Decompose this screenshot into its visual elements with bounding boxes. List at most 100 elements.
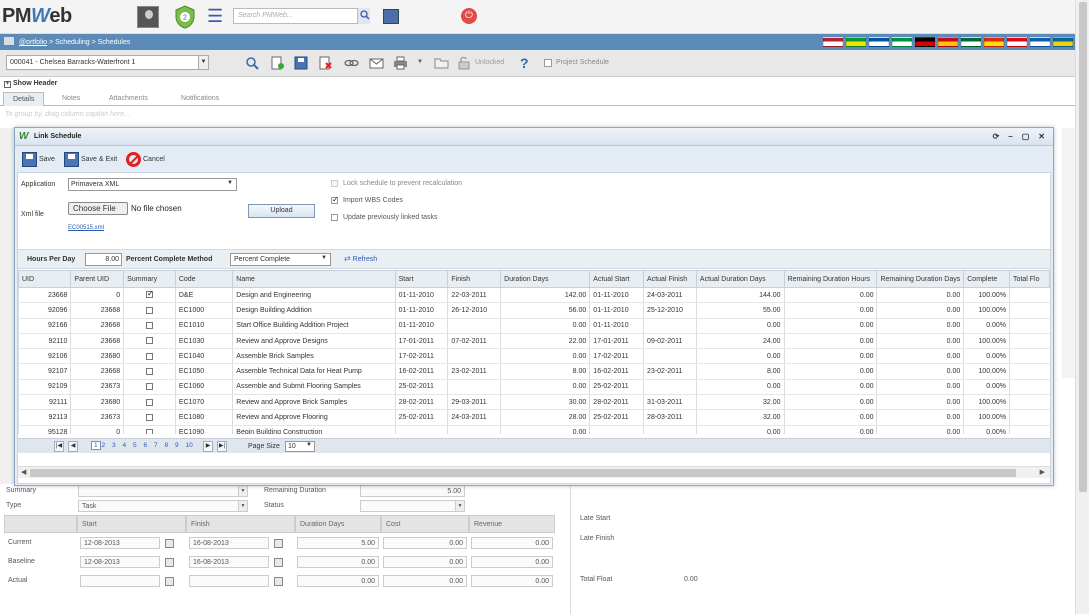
page-scrollbar[interactable] — [1075, 0, 1089, 614]
duration-field[interactable]: 0.00 — [297, 556, 379, 568]
summary-checkbox[interactable] — [146, 383, 153, 391]
finish-date-field[interactable] — [189, 575, 269, 587]
import-wbs-checkbox[interactable] — [331, 195, 339, 204]
search-input[interactable]: Search PMWeb... — [233, 8, 370, 24]
breadcrumb-scheduling[interactable]: Scheduling — [55, 39, 90, 46]
summary-checkbox[interactable] — [146, 306, 153, 314]
choose-file-button[interactable]: Choose File — [68, 202, 128, 215]
summary-checkbox[interactable] — [146, 322, 153, 330]
breadcrumb-schedules[interactable]: Schedules — [98, 39, 131, 46]
table-row[interactable]: 92096 23668 EC1000 Design Building Addition… — [18, 302, 1050, 319]
cost-field[interactable]: 0.00 — [383, 537, 467, 549]
revenue-field[interactable]: 0.00 — [471, 537, 553, 549]
pmweb-logo[interactable]: PMWeb — [2, 5, 72, 28]
usa-flag[interactable] — [823, 37, 843, 47]
page-number-7[interactable]: 7 — [154, 442, 158, 449]
folder-icon[interactable] — [434, 56, 449, 70]
page-number-3[interactable]: 3 — [112, 442, 116, 449]
tab-notifications[interactable]: Notifications — [172, 92, 228, 106]
summary-checkbox[interactable] — [146, 398, 153, 406]
revenue-field[interactable]: 0.00 — [471, 575, 553, 587]
upload-button[interactable]: Upload — [248, 204, 315, 218]
scroll-right-icon[interactable]: ▶ — [1040, 468, 1045, 476]
column-header[interactable]: Code — [174, 270, 234, 288]
new-document-icon[interactable] — [270, 56, 285, 70]
chevron-down-icon[interactable]: ▼ — [417, 59, 423, 65]
column-header[interactable]: Remaining Duration Hours — [783, 270, 878, 288]
calendar-icon[interactable] — [274, 577, 283, 586]
page-number-6[interactable]: 6 — [144, 442, 148, 449]
page-number-5[interactable]: 5 — [133, 442, 137, 449]
china-flag[interactable] — [984, 37, 1004, 47]
page-size-select[interactable]: 10 ▼ — [285, 441, 315, 452]
table-row[interactable]: 92107 23668 EC1050 Assemble Technical Data … — [18, 363, 1050, 380]
france-flag[interactable] — [869, 37, 889, 47]
scrollbar-thumb[interactable] — [1079, 2, 1087, 492]
delete-icon[interactable] — [318, 56, 333, 70]
finish-date-field[interactable]: 16-08-2013 — [189, 556, 269, 568]
column-header[interactable]: Actual Duration Days — [695, 270, 785, 288]
column-header[interactable]: Summary — [123, 270, 176, 288]
calendar-icon[interactable] — [165, 558, 174, 567]
horizontal-scrollbar[interactable]: ◀ ▶ — [18, 466, 1050, 478]
revenue-field[interactable]: 0.00 — [471, 556, 553, 568]
power-icon[interactable]: ⏻ — [461, 8, 477, 24]
cost-field[interactable]: 0.00 — [383, 556, 467, 568]
column-header[interactable]: Parent UID — [70, 270, 125, 288]
type-select[interactable]: Task ▼ — [78, 500, 248, 512]
refresh-icon[interactable]: ⟳ — [993, 132, 1000, 141]
shield-icon[interactable]: 2 — [174, 5, 196, 29]
scroll-left-icon[interactable]: ◀ — [21, 468, 26, 476]
table-row[interactable]: 92109 23673 EC1060 Assemble and Submit Floo… — [18, 379, 1050, 396]
calendar-icon[interactable] — [274, 539, 283, 548]
first-page-button[interactable]: |◀ — [54, 441, 64, 452]
column-header[interactable]: Duration Days — [500, 270, 591, 288]
hours-per-day-input[interactable]: 8.00 — [85, 253, 122, 266]
dialog-title-bar[interactable]: W Link Schedule ⟳ – ▢ ✕ — [15, 128, 1053, 146]
cancel-button[interactable]: Cancel — [126, 150, 165, 168]
table-row[interactable]: 92111 23680 EC1070 Review and Approve Brick… — [18, 394, 1050, 411]
video-icon[interactable] — [383, 9, 399, 24]
xml-file-link[interactable]: EC00515.xml — [68, 225, 104, 231]
table-row[interactable]: 92106 23680 EC1040 Assemble Brick Samples 17… — [18, 348, 1050, 365]
page-number-4[interactable]: 4 — [123, 442, 127, 449]
summary-checkbox[interactable] — [146, 352, 153, 360]
page-number-10[interactable]: 10 — [186, 442, 193, 449]
menu-icon[interactable]: ☰ — [207, 7, 223, 25]
tab-details[interactable]: Details — [3, 92, 45, 106]
breadcrumb-portfolio[interactable]: @ortfolio — [19, 39, 47, 46]
column-header[interactable]: Actual Start — [589, 270, 645, 288]
start-date-field[interactable]: 12-08-2013 — [80, 556, 160, 568]
save-icon[interactable] — [294, 56, 309, 70]
table-row[interactable]: 92166 23668 EC1010 Start Office Building Ad… — [18, 318, 1050, 334]
save-exit-button[interactable]: Save & Exit — [64, 150, 117, 168]
project-schedule-checkbox[interactable] — [544, 59, 552, 67]
tab-notes[interactable]: Notes — [53, 92, 89, 106]
search-icon[interactable] — [245, 56, 260, 70]
application-select[interactable]: Primavera XML ▼ — [68, 178, 237, 191]
help-icon[interactable]: ? — [520, 55, 529, 71]
print-icon[interactable] — [393, 56, 408, 70]
column-header[interactable]: Finish — [447, 270, 502, 288]
start-date-field[interactable]: 12-08-2013 — [80, 537, 160, 549]
link-icon[interactable] — [344, 56, 359, 70]
scrollbar-thumb[interactable] — [30, 469, 1016, 477]
germany-flag[interactable] — [915, 37, 935, 47]
summary-select[interactable]: ▼ — [78, 485, 248, 497]
next-page-button[interactable]: ▶ — [203, 441, 213, 452]
cost-field[interactable]: 0.00 — [383, 575, 467, 587]
column-header[interactable]: Total Flo — [1009, 270, 1050, 288]
duration-field[interactable]: 0.00 — [297, 575, 379, 587]
sweden-flag[interactable] — [1053, 37, 1073, 47]
finish-date-field[interactable]: 16-08-2013 — [189, 537, 269, 549]
page-number-9[interactable]: 9 — [175, 442, 179, 449]
table-row[interactable]: 95128 0 EC1090 Begin Building Construction 0… — [18, 425, 1050, 434]
refresh-button[interactable]: ⇄ Refresh — [344, 254, 377, 263]
percent-complete-method-select[interactable]: Percent Complete ▼ — [230, 253, 331, 266]
italy-flag[interactable] — [892, 37, 912, 47]
table-row[interactable]: 92113 23673 EC1080 Review and Approve Floor… — [18, 409, 1050, 426]
page-number-2[interactable]: 2 — [102, 442, 106, 449]
column-header[interactable]: Name — [232, 270, 396, 288]
save-button[interactable]: Save — [22, 150, 55, 168]
page-number-1[interactable]: 1 — [91, 441, 101, 450]
